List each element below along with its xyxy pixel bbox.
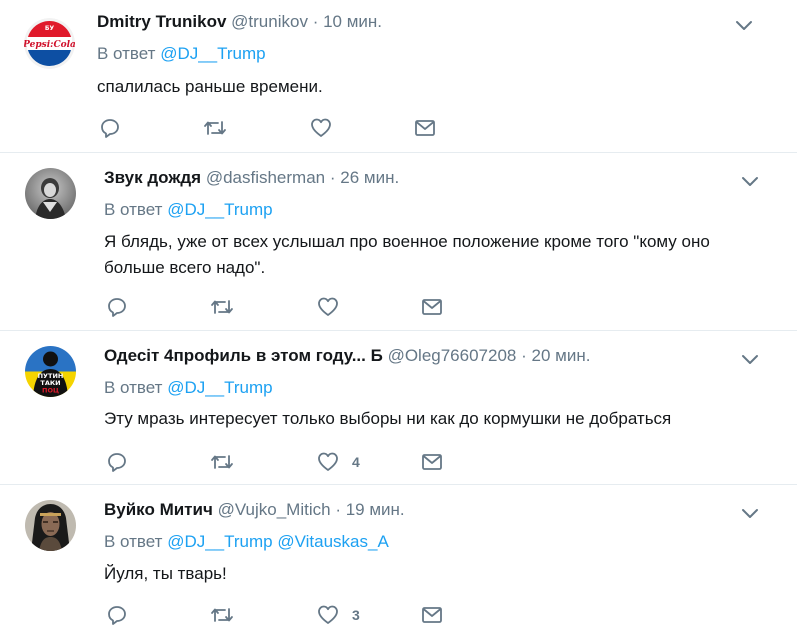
envelope-icon (422, 607, 442, 623)
like-button[interactable] (317, 296, 352, 318)
retweet-icon (211, 455, 233, 469)
bw-photo-avatar (25, 168, 76, 219)
user-handle[interactable]: @dasfisherman (206, 168, 325, 187)
direct-message-button[interactable] (421, 451, 443, 473)
tweet-text: Эту мразь интересует только выборы ни ка… (104, 409, 672, 428)
retweet-button[interactable] (210, 604, 234, 626)
direct-message-button[interactable] (414, 117, 436, 139)
reply-icon (108, 606, 126, 625)
reply-prefix: В ответ (104, 200, 163, 219)
tweet[interactable]: Звук дождя @dasfisherman · 26 мин. В отв… (0, 153, 797, 330)
timestamp[interactable]: 19 мин. (346, 500, 405, 519)
envelope-icon (422, 299, 442, 315)
user-name[interactable]: Одесіт 4профиль в этом году... Б (104, 346, 383, 365)
reply-mention-link[interactable]: @Vitauskas_A (277, 532, 388, 551)
reply-prefix: В ответ (104, 378, 163, 397)
envelope-icon (415, 120, 435, 136)
envelope-icon (422, 454, 442, 470)
tweet-text: Я блядь, уже от всех услышал про военное… (104, 232, 710, 277)
avatar-text: ПОЦ (42, 387, 59, 395)
like-count: 3 (352, 607, 360, 623)
reply-context: В ответ @DJ__Trump (104, 377, 273, 399)
user-handle[interactable]: @Vujko_Mitich (218, 500, 331, 519)
heart-icon (318, 297, 338, 316)
user-name[interactable]: Dmitry Trunikov (97, 12, 226, 31)
tweet[interactable]: Pepsi:Cola БУ Dmitry Trunikov @trunikov … (0, 0, 797, 152)
avatar[interactable]: Pepsi:Cola БУ (24, 18, 75, 69)
tweet-header: Dmitry Trunikov @trunikov · 10 мин. (97, 11, 382, 33)
user-name[interactable]: Звук дождя (104, 168, 201, 187)
like-button[interactable]: 3 (317, 604, 360, 626)
chevron-down-icon[interactable] (735, 20, 753, 32)
direct-message-button[interactable] (421, 296, 443, 318)
reply-icon (108, 298, 126, 317)
tweet-header: Звук дождя @dasfisherman · 26 мин. (104, 167, 399, 189)
reply-button[interactable] (99, 117, 121, 139)
tweet-header: Вуйко Митич @Vujko_Mitich · 19 мин. (104, 499, 405, 521)
heart-icon (318, 452, 338, 471)
separator-dot: · (335, 500, 341, 519)
pepsi-cola-bottlecap-avatar: Pepsi:Cola БУ (24, 18, 75, 69)
reply-mention-link[interactable]: @DJ__Trump (167, 532, 272, 551)
avatar[interactable]: ПУТИН ТАКИ ПОЦ (25, 346, 76, 397)
reply-prefix: В ответ (97, 44, 156, 63)
separator-dot: · (312, 12, 319, 31)
like-button[interactable] (310, 117, 345, 139)
chevron-down-icon[interactable] (741, 176, 759, 188)
tweet[interactable]: Вуйко Митич @Vujko_Mitich · 19 мин. В от… (0, 485, 797, 639)
avatar[interactable] (25, 500, 76, 551)
like-count: 4 (352, 454, 360, 470)
reply-context: В ответ @DJ__Trump (104, 199, 273, 221)
reply-mention-link[interactable]: @DJ__Trump (167, 378, 272, 397)
putin-taki-poc-avatar: ПУТИН ТАКИ ПОЦ (25, 346, 76, 397)
timestamp[interactable]: 10 мин. (323, 12, 382, 31)
avatar[interactable] (25, 168, 76, 219)
svg-text:Pepsi:Cola: Pepsi:Cola (24, 40, 75, 50)
indian-chief-photo-avatar (25, 500, 76, 551)
user-handle[interactable]: @trunikov (231, 12, 308, 31)
timestamp[interactable]: 20 мин. (532, 346, 591, 365)
reply-button[interactable] (106, 604, 128, 626)
reply-mention-link[interactable]: @DJ__Trump (160, 44, 265, 63)
reply-context: В ответ @DJ__Trump @Vitauskas_A (104, 531, 389, 553)
user-name[interactable]: Вуйко Митич (104, 500, 213, 519)
reply-context: В ответ @DJ__Trump (97, 43, 266, 65)
separator-dot: · (329, 168, 336, 187)
chevron-down-icon[interactable] (741, 354, 759, 366)
tweet-text: Йуля, ты тварь! (104, 564, 227, 583)
tweet-text: спалилась раньше времени. (97, 77, 323, 96)
retweet-icon (211, 608, 233, 622)
separator-dot: · (521, 346, 527, 365)
retweet-button[interactable] (210, 296, 234, 318)
like-button[interactable]: 4 (317, 451, 360, 473)
retweet-button[interactable] (203, 117, 227, 139)
reply-button[interactable] (106, 451, 128, 473)
reply-button[interactable] (106, 296, 128, 318)
reply-icon (108, 453, 126, 472)
reply-prefix: В ответ (104, 532, 163, 551)
direct-message-button[interactable] (421, 604, 443, 626)
heart-icon (311, 118, 331, 137)
chevron-down-icon[interactable] (741, 508, 759, 520)
reply-mention-link[interactable]: @DJ__Trump (167, 200, 272, 219)
svg-text:БУ: БУ (45, 25, 55, 32)
timestamp[interactable]: 26 мин. (340, 168, 399, 187)
retweet-icon (211, 300, 233, 314)
user-handle[interactable]: @Oleg76607208 (388, 346, 517, 365)
heart-icon (318, 605, 338, 624)
retweet-icon (204, 121, 226, 135)
tweet[interactable]: ПУТИН ТАКИ ПОЦ Одесіт 4профиль в этом го… (0, 331, 797, 484)
retweet-button[interactable] (210, 451, 234, 473)
tweet-header: Одесіт 4профиль в этом году... Б @Oleg76… (104, 345, 590, 367)
reply-icon (101, 119, 119, 138)
